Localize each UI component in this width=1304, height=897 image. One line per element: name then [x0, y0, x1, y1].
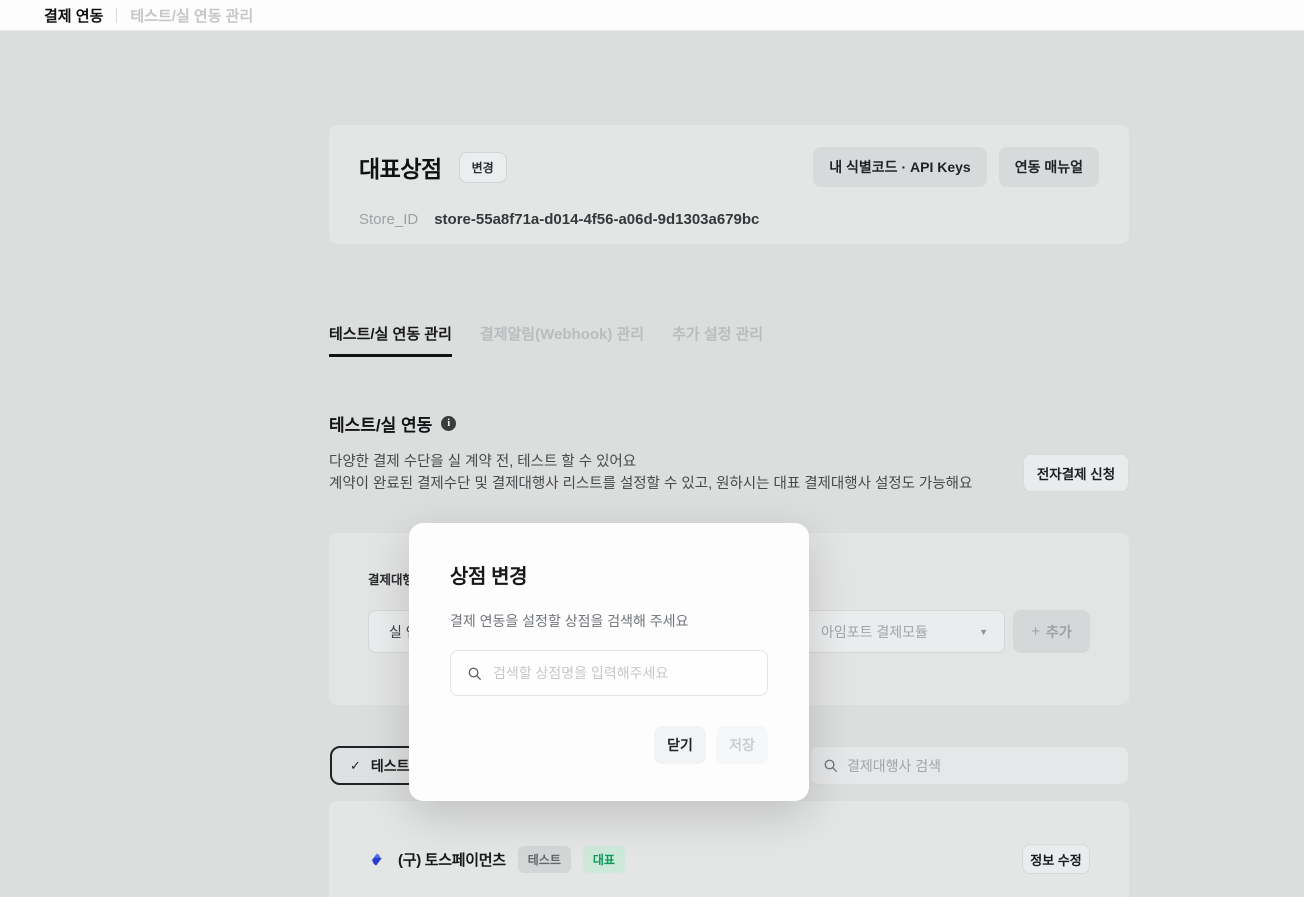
modal-description: 결제 연동을 설정할 상점을 검색해 주세요: [450, 611, 768, 631]
save-button[interactable]: 저장: [716, 726, 768, 764]
store-search-box: [450, 650, 768, 696]
breadcrumb: 테스트/실 연동 관리: [130, 5, 253, 26]
modal-title: 상점 변경: [450, 560, 768, 589]
nav-item-payment-integration[interactable]: 결제 연동: [44, 5, 103, 26]
nav-divider: [116, 8, 117, 23]
store-search-input[interactable]: [493, 665, 751, 681]
app-screen: 결제 연동 테스트/실 연동 관리 대표상점 변경 내 식별코드 · API K…: [0, 0, 1304, 897]
store-change-modal: 상점 변경 결제 연동을 설정할 상점을 검색해 주세요 닫기 저장: [409, 523, 809, 801]
modal-actions: 닫기 저장: [450, 726, 768, 764]
search-icon: [467, 666, 482, 681]
top-navbar: 결제 연동 테스트/실 연동 관리: [0, 0, 1304, 31]
close-button[interactable]: 닫기: [654, 726, 706, 764]
